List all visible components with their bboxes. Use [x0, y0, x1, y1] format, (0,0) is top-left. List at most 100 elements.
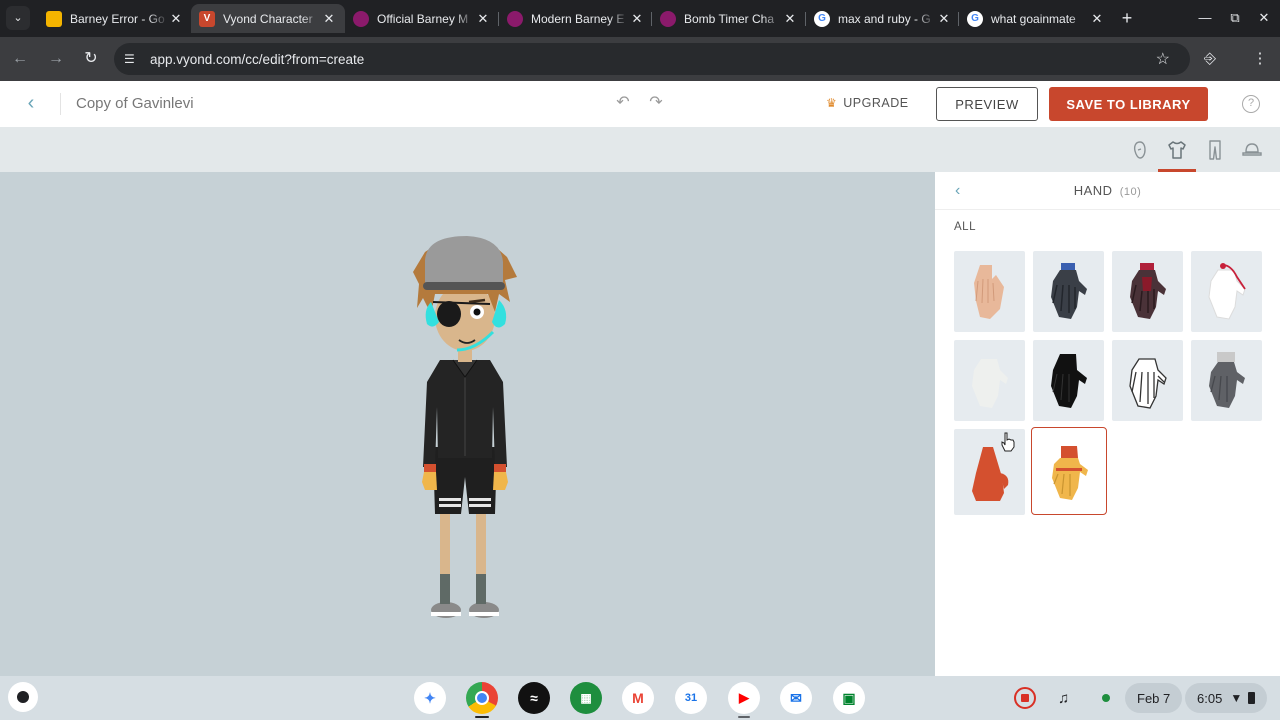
tab-title: Official Barney M	[377, 11, 469, 26]
google-favicon-icon: G	[814, 10, 830, 27]
pants-icon[interactable]	[1203, 138, 1227, 162]
new-tab-plus-icon[interactable]: +	[1117, 8, 1137, 28]
close-icon[interactable]: ✕	[475, 11, 491, 27]
tab-title: Modern Barney E	[531, 11, 625, 26]
chrome-app-icon[interactable]	[466, 682, 498, 714]
help-icon[interactable]: ?	[1242, 95, 1260, 113]
back-chevron-icon[interactable]: ‹	[20, 92, 42, 114]
sheets-app-icon[interactable]: ▦	[570, 682, 602, 714]
hand-option-white-glove-red-trim[interactable]	[1191, 251, 1262, 332]
filter-all-label: ALL	[954, 221, 976, 233]
editor-header: ‹ Copy of Gavinlevi ↶ ↷ ♛ UPGRADE PREVIE…	[0, 81, 1280, 127]
browser-tab[interactable]: G what goainmate ✕	[959, 4, 1113, 33]
skeleton-hand-icon	[1129, 358, 1167, 409]
back-arrow-icon[interactable]: ←	[8, 47, 32, 71]
vyond-video-favicon-icon	[507, 10, 523, 27]
slides-favicon-icon	[46, 10, 62, 27]
tab-title: Barney Error - Go	[70, 11, 165, 26]
screen-record-icon[interactable]	[1014, 684, 1036, 712]
close-icon[interactable]: ✕	[936, 11, 952, 27]
hand-option-faint-white-glove[interactable]	[954, 340, 1025, 421]
site-info-icon[interactable]: ☰	[114, 52, 144, 66]
vyond-video-favicon-icon	[353, 10, 369, 27]
mitten-icon	[972, 447, 1009, 501]
browser-tab[interactable]: Bomb Timer Cha ✕	[652, 4, 806, 33]
url-text[interactable]: app.vyond.com/cc/edit?from=create	[150, 52, 364, 67]
tab-title: Vyond Character	[223, 11, 313, 26]
os-shelf: ✦ ≈ ▦ M 31 ▶ ✉ ▣ ♫ Feb 7 6:05 ▼	[0, 676, 1280, 720]
hand-option-yellow-glove-red-cuff[interactable]	[1031, 427, 1107, 515]
hand-icon	[974, 265, 1004, 319]
extensions-puzzle-icon[interactable]: ⎆	[1198, 47, 1222, 71]
panel-title-label: HAND	[1073, 183, 1113, 198]
hand-pointer-cursor-icon	[1001, 432, 1015, 452]
close-icon[interactable]: ✕	[321, 11, 337, 27]
media-controls-icon[interactable]: ♫	[1058, 684, 1069, 712]
character-title[interactable]: Copy of Gavinlevi	[76, 95, 194, 112]
glove-icon	[1209, 352, 1245, 408]
hand-option-black-glove[interactable]	[1033, 340, 1104, 421]
calendar-app-icon[interactable]: 31	[675, 682, 707, 714]
gemini-app-icon[interactable]: ✦	[414, 682, 446, 714]
character-stage	[0, 172, 935, 676]
kebab-menu-icon[interactable]: ⋮	[1248, 47, 1272, 71]
browser-tab[interactable]: Official Barney M ✕	[345, 4, 499, 33]
panel-title: HAND (10)	[935, 183, 1280, 198]
undo-icon[interactable]: ↶	[613, 93, 633, 113]
browser-tab[interactable]: Modern Barney E ✕	[499, 4, 653, 33]
gmail-app-icon[interactable]: M	[622, 682, 654, 714]
vyond-video-favicon-icon	[660, 10, 676, 27]
browser-tab-active[interactable]: V Vyond Character ✕	[191, 4, 345, 33]
character-preview[interactable]	[395, 232, 535, 632]
close-icon[interactable]: ✕	[168, 11, 184, 27]
browser-tab[interactable]: Barney Error - Go ✕	[38, 4, 192, 33]
forward-arrow-icon[interactable]: →	[44, 47, 68, 71]
close-icon[interactable]: ✕	[629, 11, 645, 27]
bookmark-star-icon[interactable]: ☆	[1156, 49, 1170, 69]
messages-app-icon[interactable]: ✉	[780, 682, 812, 714]
tab-title: what goainmate	[991, 11, 1076, 26]
tab-title: Bomb Timer Cha	[684, 11, 775, 26]
panel-item-count: (10)	[1119, 186, 1142, 198]
reload-icon[interactable]: ↻	[79, 47, 103, 71]
shirt-icon[interactable]	[1165, 138, 1189, 162]
crown-icon: ♛	[826, 96, 838, 110]
hand-option-dark-red-glove[interactable]	[1112, 251, 1183, 332]
address-bar[interactable]: ☰ app.vyond.com/cc/edit?from=create ☆	[114, 43, 1190, 75]
date-text: Feb 7	[1137, 690, 1171, 706]
active-app-indicator	[475, 716, 489, 718]
hat-icon[interactable]	[1240, 138, 1264, 162]
launcher-icon[interactable]	[8, 682, 38, 712]
close-icon[interactable]: ✕	[782, 11, 798, 27]
upgrade-link[interactable]: ♛ UPGRADE	[826, 96, 909, 110]
preview-button[interactable]: PREVIEW	[936, 87, 1038, 121]
youtube-app-icon[interactable]: ▶	[728, 682, 760, 714]
browser-tab[interactable]: G max and ruby - G ✕	[806, 4, 960, 33]
close-window-icon[interactable]: ✕	[1252, 6, 1276, 30]
close-icon[interactable]: ✕	[1089, 11, 1105, 27]
save-to-library-button[interactable]: SAVE TO LIBRARY	[1049, 87, 1208, 121]
tab-search-chevron-icon[interactable]: ⌄	[6, 6, 30, 30]
glove-icon	[1051, 263, 1087, 319]
redo-icon[interactable]: ↷	[646, 93, 666, 113]
browser-tab-strip: ⌄ Barney Error - Go ✕ V Vyond Character …	[0, 0, 1280, 37]
meet-app-icon[interactable]: ▣	[833, 682, 865, 714]
status-tray[interactable]: 6:05 ▼	[1185, 683, 1268, 713]
head-icon[interactable]	[1128, 138, 1152, 162]
hand-options-grid	[954, 251, 1266, 517]
hand-option-bare-hand[interactable]	[954, 251, 1025, 332]
minimize-icon[interactable]: —	[1193, 6, 1217, 30]
hand-option-dark-glove-blue-cuff[interactable]	[1033, 251, 1104, 332]
hand-option-skeleton-hand[interactable]	[1112, 340, 1183, 421]
google-favicon-icon: G	[967, 10, 983, 27]
hand-option-grey-glove[interactable]	[1191, 340, 1262, 421]
browser-toolbar: ← → ↻ ☰ app.vyond.com/cc/edit?from=creat…	[0, 37, 1280, 81]
asset-panel: ‹ HAND (10) ALL	[935, 172, 1280, 676]
wifi-icon: ▼	[1230, 691, 1243, 705]
battery-icon	[1248, 692, 1256, 704]
date-pill[interactable]: Feb 7	[1125, 683, 1183, 713]
glove-icon	[1208, 263, 1246, 320]
restore-window-icon[interactable]: ⧉	[1223, 6, 1247, 30]
spotify-app-icon[interactable]: ≈	[518, 682, 550, 714]
glove-icon	[1052, 446, 1088, 500]
